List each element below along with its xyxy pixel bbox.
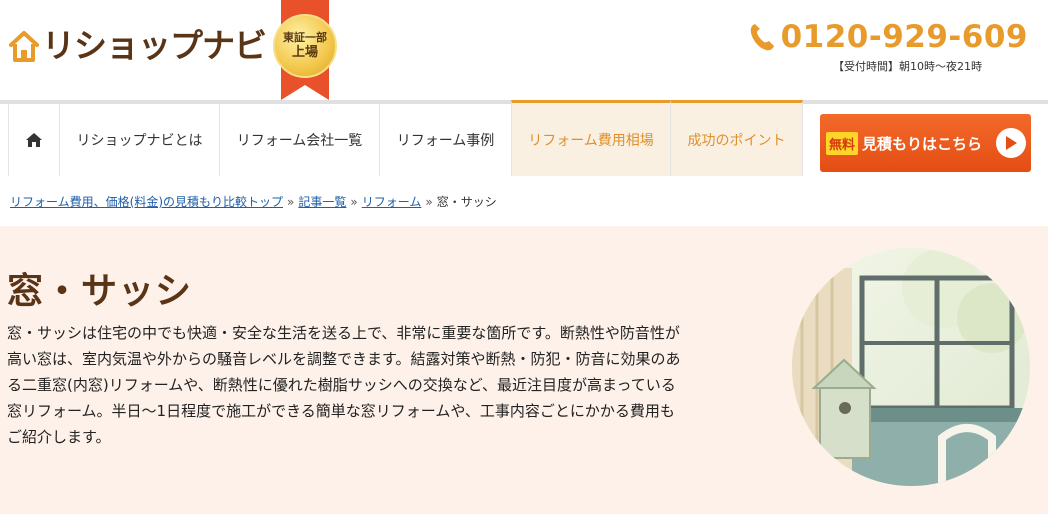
cta-label: 見積もりはこちら bbox=[862, 134, 983, 153]
bottom-edge bbox=[0, 514, 1048, 519]
breadcrumb-separator: » bbox=[425, 195, 433, 209]
estimate-cta-button[interactable]: 無料 見積もりはこちら bbox=[820, 114, 1031, 172]
category-description: 窓・サッシは住宅の中でも快適・安全な生活を送る上で、非常に重要な箇所です。断熱性… bbox=[7, 324, 681, 446]
breadcrumb-separator: » bbox=[350, 195, 358, 209]
house-icon bbox=[9, 31, 39, 62]
badge-line1: 東証一部 bbox=[283, 31, 327, 44]
site-header: リショップナビ 東証一部 上場 0120-929-609 【受付時間】朝10時～… bbox=[0, 0, 1048, 100]
nav-item-companies[interactable]: リフォーム会社一覧 bbox=[219, 104, 379, 176]
site-logo[interactable]: リショップナビ bbox=[8, 26, 267, 66]
nav-item-about[interactable]: リショップナビとは bbox=[59, 104, 219, 176]
nav-home[interactable] bbox=[8, 104, 59, 176]
nav-item-cases[interactable]: リフォーム事例 bbox=[379, 104, 511, 176]
phone-hours: 【受付時間】朝10時～夜21時 bbox=[833, 60, 982, 73]
phone-number[interactable]: 0120-929-609 bbox=[781, 18, 1028, 56]
main-nav: リショップナビとは リフォーム会社一覧 リフォーム事例 リフォーム費用相場 成功… bbox=[0, 100, 1048, 176]
listing-badge: 東証一部 上場 bbox=[272, 0, 338, 100]
breadcrumb-link-top[interactable]: リフォーム費用、価格(料金)の見積もり比較トップ bbox=[10, 195, 283, 209]
breadcrumb-link-articles[interactable]: 記事一覧 bbox=[298, 195, 346, 209]
badge-line2: 上場 bbox=[291, 45, 318, 60]
phone-contact: 0120-929-609 【受付時間】朝10時～夜21時 bbox=[749, 18, 1028, 74]
category-hero: 窓・サッシ 窓・サッシは住宅の中でも快適・安全な生活を送る上で、非常に重要な箇所… bbox=[0, 226, 1048, 514]
phone-icon bbox=[750, 24, 774, 51]
breadcrumb: リフォーム費用、価格(料金)の見積もり比較トップ» 記事一覧» リフォーム» 窓・サッ… bbox=[10, 193, 497, 210]
breadcrumb-link-reform[interactable]: リフォーム bbox=[362, 195, 422, 209]
breadcrumb-separator: » bbox=[287, 195, 295, 209]
play-arrow-icon bbox=[996, 128, 1026, 158]
cta-free-badge: 無料 bbox=[826, 131, 859, 155]
badge-medal: 東証一部 上場 bbox=[273, 14, 337, 78]
window-photo bbox=[792, 248, 1030, 486]
home-icon bbox=[26, 133, 42, 147]
nav-item-cost[interactable]: リフォーム費用相場 bbox=[511, 100, 670, 176]
page-title: 窓・サッシ bbox=[7, 271, 193, 312]
logo-text: リショップナビ bbox=[42, 26, 267, 65]
nav-item-points[interactable]: 成功のポイント bbox=[670, 100, 803, 176]
breadcrumb-current: 窓・サッシ bbox=[436, 195, 497, 209]
